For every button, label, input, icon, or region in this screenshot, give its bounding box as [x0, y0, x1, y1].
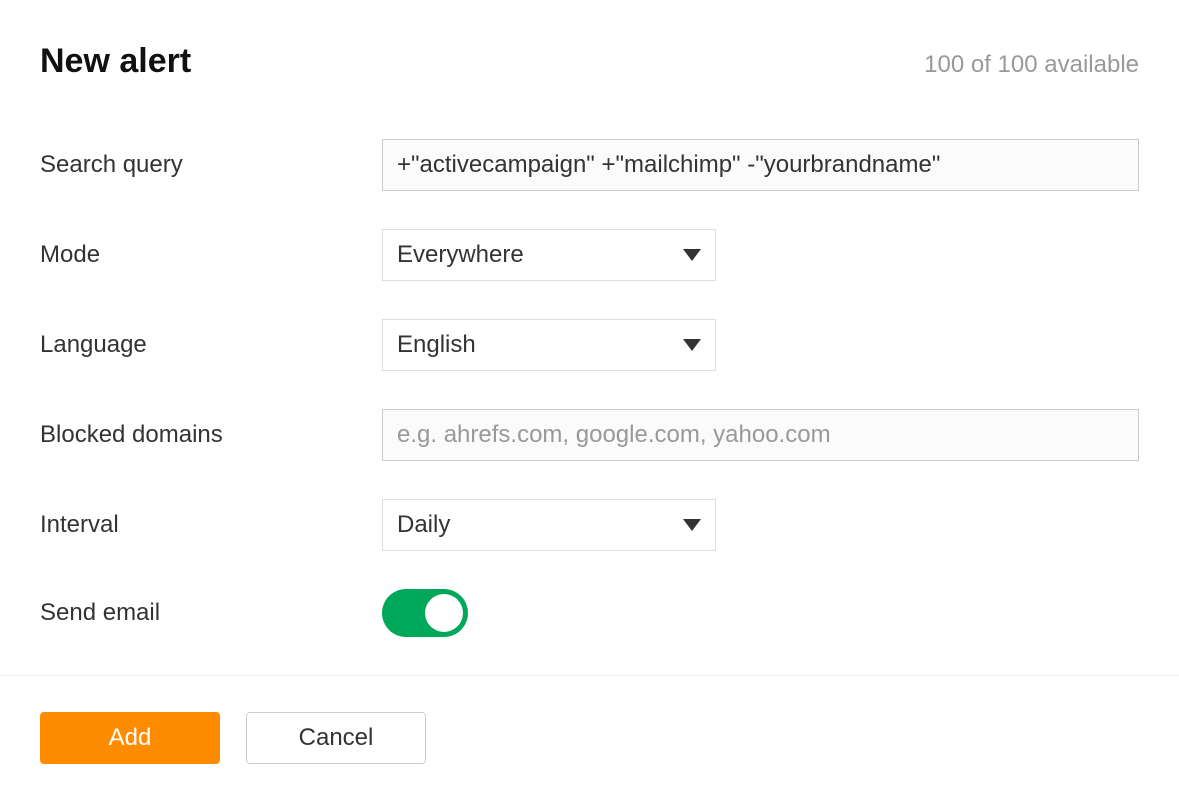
form-header: New alert 100 of 100 available — [40, 42, 1139, 81]
row-send-email: Send email — [40, 589, 1139, 637]
row-blocked-domains: Blocked domains — [40, 409, 1139, 461]
interval-select-value: Daily — [397, 511, 450, 539]
search-query-input[interactable] — [382, 139, 1139, 191]
row-interval: Interval Daily — [40, 499, 1139, 551]
send-email-label: Send email — [40, 599, 382, 627]
add-button[interactable]: Add — [40, 712, 220, 764]
send-email-toggle[interactable] — [382, 589, 468, 637]
interval-select[interactable]: Daily — [382, 499, 716, 551]
chevron-down-icon — [683, 519, 701, 531]
actions-bar: Add Cancel — [0, 676, 1179, 800]
language-select-value: English — [397, 331, 476, 359]
search-query-label: Search query — [40, 151, 382, 179]
chevron-down-icon — [683, 339, 701, 351]
language-select[interactable]: English — [382, 319, 716, 371]
interval-label: Interval — [40, 511, 382, 539]
blocked-domains-label: Blocked domains — [40, 421, 382, 449]
page-title: New alert — [40, 42, 191, 81]
mode-label: Mode — [40, 241, 382, 269]
mode-select-value: Everywhere — [397, 241, 524, 269]
cancel-button[interactable]: Cancel — [246, 712, 426, 764]
chevron-down-icon — [683, 249, 701, 261]
row-mode: Mode Everywhere — [40, 229, 1139, 281]
language-label: Language — [40, 331, 382, 359]
toggle-knob — [425, 594, 463, 632]
row-language: Language English — [40, 319, 1139, 371]
blocked-domains-input[interactable] — [382, 409, 1139, 461]
quota-status: 100 of 100 available — [924, 51, 1139, 79]
row-search-query: Search query — [40, 139, 1139, 191]
mode-select[interactable]: Everywhere — [382, 229, 716, 281]
